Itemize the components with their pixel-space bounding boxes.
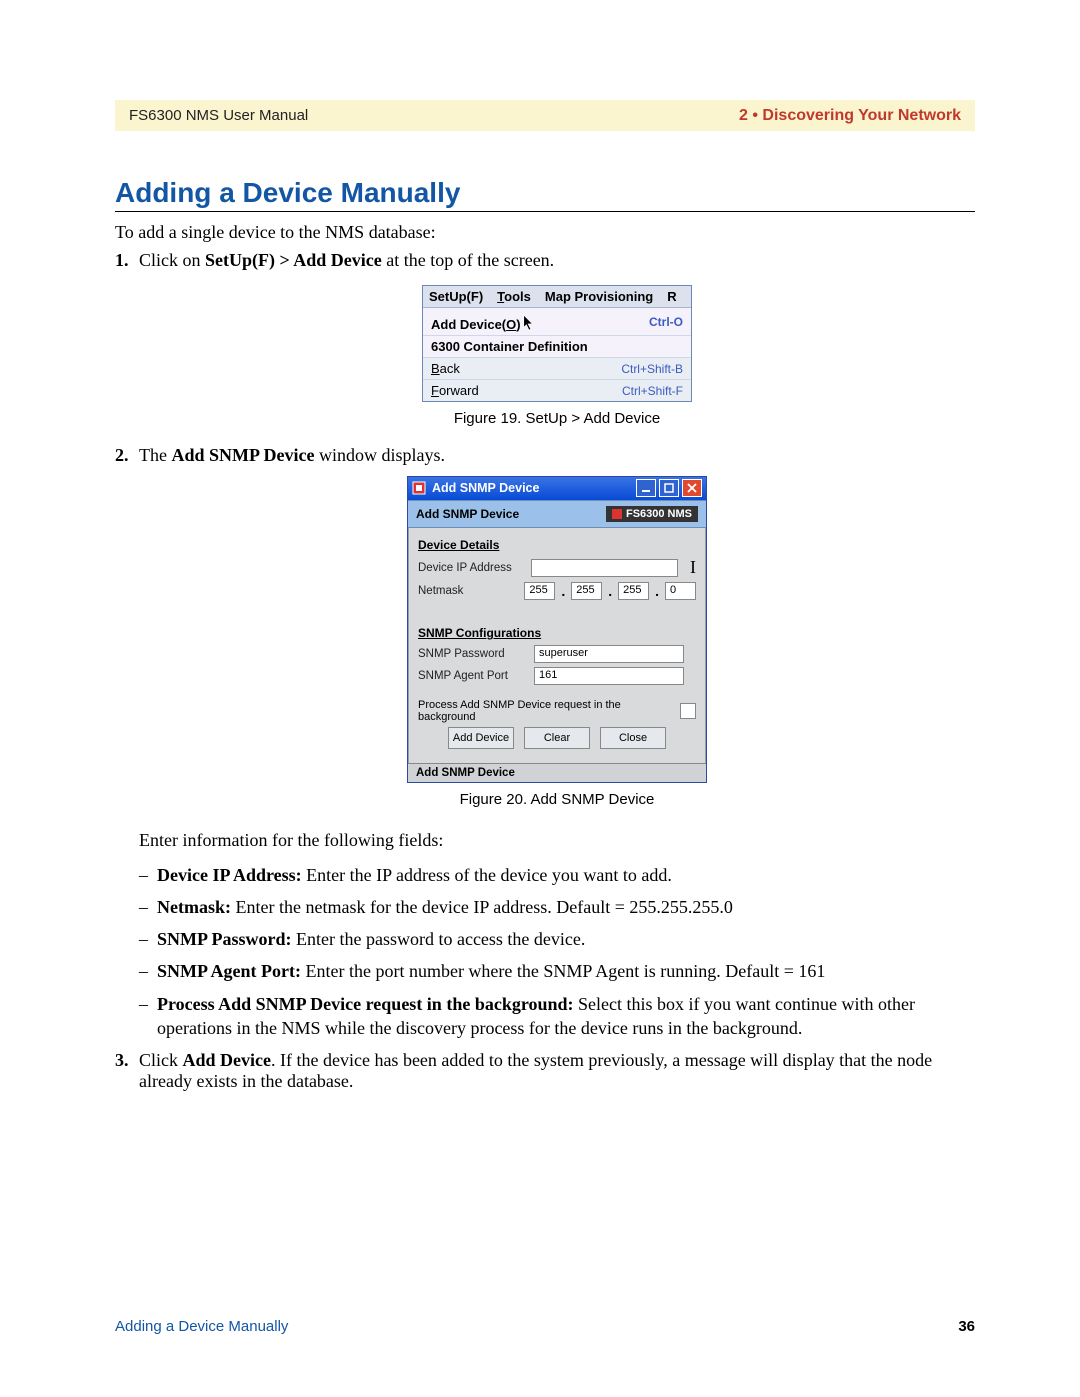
- field-desc-background: Process Add SNMP Device request in the b…: [139, 992, 975, 1041]
- input-netmask-2[interactable]: 255: [571, 582, 602, 600]
- page-header: FS6300 NMS User Manual 2 • Discovering Y…: [115, 100, 975, 131]
- section-heading: Adding a Device Manually: [115, 177, 975, 212]
- step-2: 2. The Add SNMP Device window displays. …: [115, 445, 975, 1040]
- clear-button[interactable]: Clear: [524, 727, 590, 749]
- field-desc-netmask: Netmask: Enter the netmask for the devic…: [139, 895, 975, 919]
- subheader-title: Add SNMP Device: [416, 507, 519, 521]
- shortcut-forward: Ctrl+Shift-F: [622, 384, 683, 398]
- menu-item-container-definition-label: 6300 Container Definition: [431, 339, 588, 354]
- menu-bar: SetUp(F) Tools Map Provisioning R: [423, 286, 691, 308]
- menu-setup[interactable]: SetUp(F): [429, 289, 483, 304]
- window-title: Add SNMP Device: [432, 481, 539, 495]
- app-icon: [412, 481, 426, 495]
- add-device-button[interactable]: Add Device: [448, 727, 514, 749]
- menu-map-provisioning[interactable]: Map Provisioning: [545, 289, 653, 304]
- label-bg-process: Process Add SNMP Device request in the b…: [418, 699, 674, 723]
- step-2-text-pre: The: [139, 445, 171, 465]
- page-footer: Adding a Device Manually 36: [115, 1318, 975, 1335]
- input-netmask-4[interactable]: 0: [665, 582, 696, 600]
- step-1-text-pre: Click on: [139, 250, 205, 270]
- field-desc-port: SNMP Agent Port: Enter the port number w…: [139, 959, 975, 983]
- window-titlebar: Add SNMP Device: [408, 477, 706, 500]
- step-number: 3.: [115, 1050, 129, 1071]
- input-netmask-3[interactable]: 255: [618, 582, 649, 600]
- checkbox-bg-process[interactable]: [680, 703, 696, 719]
- figure-19-menu: SetUp(F) Tools Map Provisioning R Add De…: [422, 285, 692, 402]
- step-1-text-post: at the top of the screen.: [382, 250, 554, 270]
- enter-info-text: Enter information for the following fiel…: [139, 828, 975, 852]
- window-statusbar: Add SNMP Device: [408, 763, 706, 782]
- brand-logo: FS6300 NMS: [606, 506, 698, 522]
- step-1-bold: SetUp(F) > Add Device: [205, 250, 382, 270]
- figure-19-caption: Figure 19. SetUp > Add Device: [139, 410, 975, 427]
- input-device-ip[interactable]: [531, 559, 678, 577]
- step-3-text-pre: Click: [139, 1050, 183, 1070]
- figure-20-window: Add SNMP Device Add SNMP Device FS6300 N…: [407, 476, 707, 783]
- step-3: 3. Click Add Device. If the device has b…: [115, 1050, 975, 1092]
- step-1: 1. Click on SetUp(F) > Add Device at the…: [115, 250, 975, 427]
- input-snmp-password[interactable]: superuser: [534, 645, 684, 663]
- intro-text: To add a single device to the NMS databa…: [115, 220, 975, 244]
- input-netmask-1[interactable]: 255: [524, 582, 555, 600]
- menu-r[interactable]: R: [667, 289, 676, 304]
- group-device-details: Device Details: [418, 538, 696, 553]
- manual-name: FS6300 NMS User Manual: [129, 107, 308, 124]
- field-desc-password: SNMP Password: Enter the password to acc…: [139, 927, 975, 951]
- cursor-icon: [522, 314, 536, 332]
- close-dialog-button[interactable]: Close: [600, 727, 666, 749]
- minimize-button[interactable]: [636, 479, 656, 497]
- window-subheader: Add SNMP Device FS6300 NMS: [408, 500, 706, 528]
- input-snmp-port[interactable]: 161: [534, 667, 684, 685]
- menu-item-container-definition[interactable]: 6300 Container Definition: [423, 336, 691, 358]
- menu-tools[interactable]: Tools: [497, 289, 531, 304]
- text-cursor-icon: I: [690, 557, 696, 578]
- shortcut-back: Ctrl+Shift-B: [621, 362, 683, 376]
- label-device-ip: Device IP Address: [418, 562, 525, 574]
- footer-page-number: 36: [958, 1318, 975, 1335]
- maximize-button[interactable]: [659, 479, 679, 497]
- brand-text: FS6300 NMS: [626, 508, 692, 520]
- shortcut-ctrl-o: Ctrl-O: [649, 315, 683, 329]
- label-snmp-port: SNMP Agent Port: [418, 670, 528, 682]
- menu-item-forward[interactable]: Forward Ctrl+Shift-F: [423, 380, 691, 401]
- label-snmp-password: SNMP Password: [418, 648, 528, 660]
- step-number: 1.: [115, 250, 129, 271]
- step-2-text-post: window displays.: [314, 445, 445, 465]
- figure-20-caption: Figure 20. Add SNMP Device: [139, 791, 975, 808]
- chapter-name: 2 • Discovering Your Network: [739, 107, 961, 125]
- field-desc-ip: Device IP Address: Enter the IP address …: [139, 863, 975, 887]
- menu-item-add-device[interactable]: Add Device(O) Ctrl-O: [423, 308, 691, 336]
- close-button[interactable]: [682, 479, 702, 497]
- group-snmp-config: SNMP Configurations: [418, 626, 696, 641]
- step-number: 2.: [115, 445, 129, 466]
- menu-dropdown: Add Device(O) Ctrl-O 6300 Container Defi…: [423, 308, 691, 401]
- menu-item-back[interactable]: Back Ctrl+Shift-B: [423, 358, 691, 380]
- label-netmask: Netmask: [418, 585, 518, 597]
- step-2-bold: Add SNMP Device: [171, 445, 314, 465]
- footer-section: Adding a Device Manually: [115, 1318, 288, 1335]
- step-3-bold: Add Device: [183, 1050, 272, 1070]
